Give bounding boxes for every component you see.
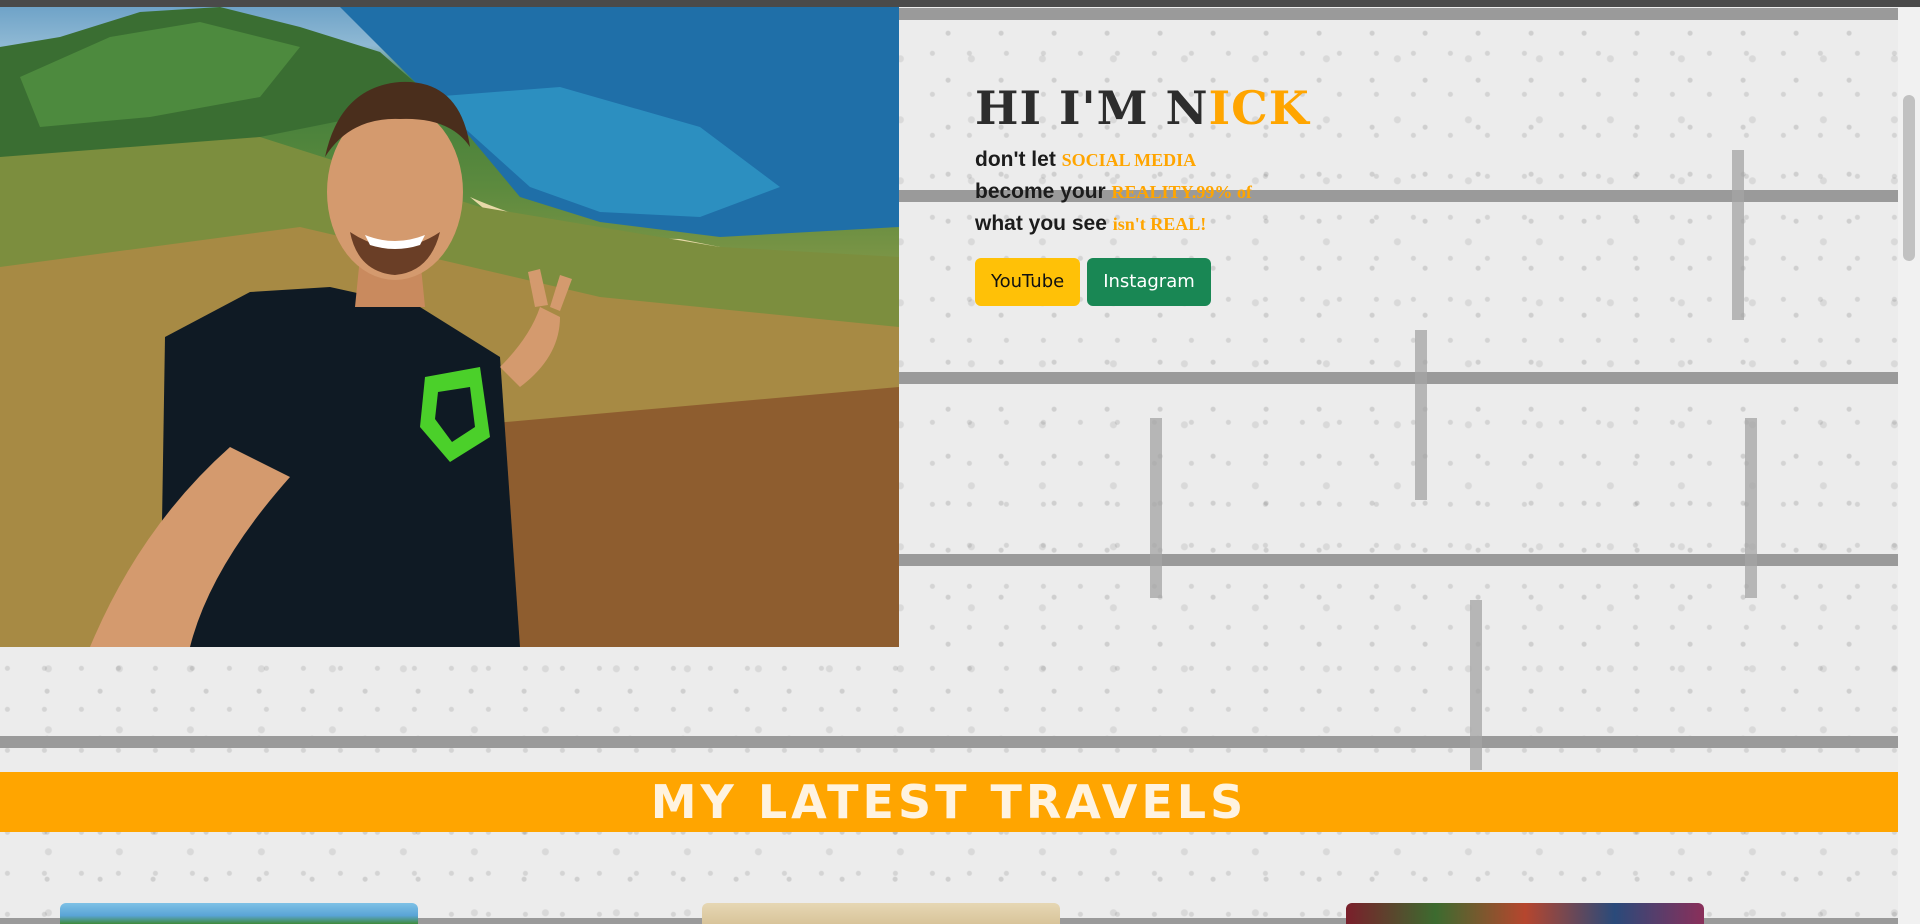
instagram-button[interactable]: Instagram [1087,258,1211,306]
hero-title-accent: ICK [1208,81,1310,135]
browser-top-edge [0,0,1920,7]
scrollbar-thumb[interactable] [1903,95,1915,261]
social-buttons: YouTube Instagram [975,258,1395,306]
brick-joint [1745,418,1757,598]
page-scrollbar[interactable] [1898,7,1920,924]
tagline-line-3: what you see isn't REAL! [975,208,1395,240]
brick-joint [1470,600,1482,770]
hero-intro: HI I'M NICK don't let SOCIAL MEDIA becom… [975,80,1395,306]
brick-joint [1415,330,1427,500]
tagline-text: become your [975,180,1112,203]
travel-card[interactable] [1346,903,1704,924]
tagline-text: don't let [975,148,1062,171]
youtube-button[interactable]: YouTube [975,258,1081,306]
tagline-line-1: don't let SOCIAL MEDIA [975,144,1395,176]
travel-card[interactable] [60,903,418,924]
brick-joint [1732,150,1744,320]
hero-title-prefix: HI I'M N [975,81,1209,135]
tagline-highlight: REALITY.99% of [1111,182,1252,202]
hero-photo [0,7,899,647]
latest-travels-heading: MY LATEST TRAVELS [650,775,1248,829]
hero-title: HI I'M NICK [975,80,1395,136]
latest-travels-banner: MY LATEST TRAVELS [0,772,1898,832]
brick-joint [1150,418,1162,598]
tagline-highlight: SOCIAL MEDIA [1061,150,1197,170]
travel-card[interactable] [702,903,1060,924]
tagline-text: what you see [975,212,1113,235]
hero-tagline: don't let SOCIAL MEDIA become your REALI… [975,144,1395,240]
tagline-highlight: isn't REAL! [1112,214,1207,234]
tagline-line-2: become your REALITY.99% of [975,176,1395,208]
